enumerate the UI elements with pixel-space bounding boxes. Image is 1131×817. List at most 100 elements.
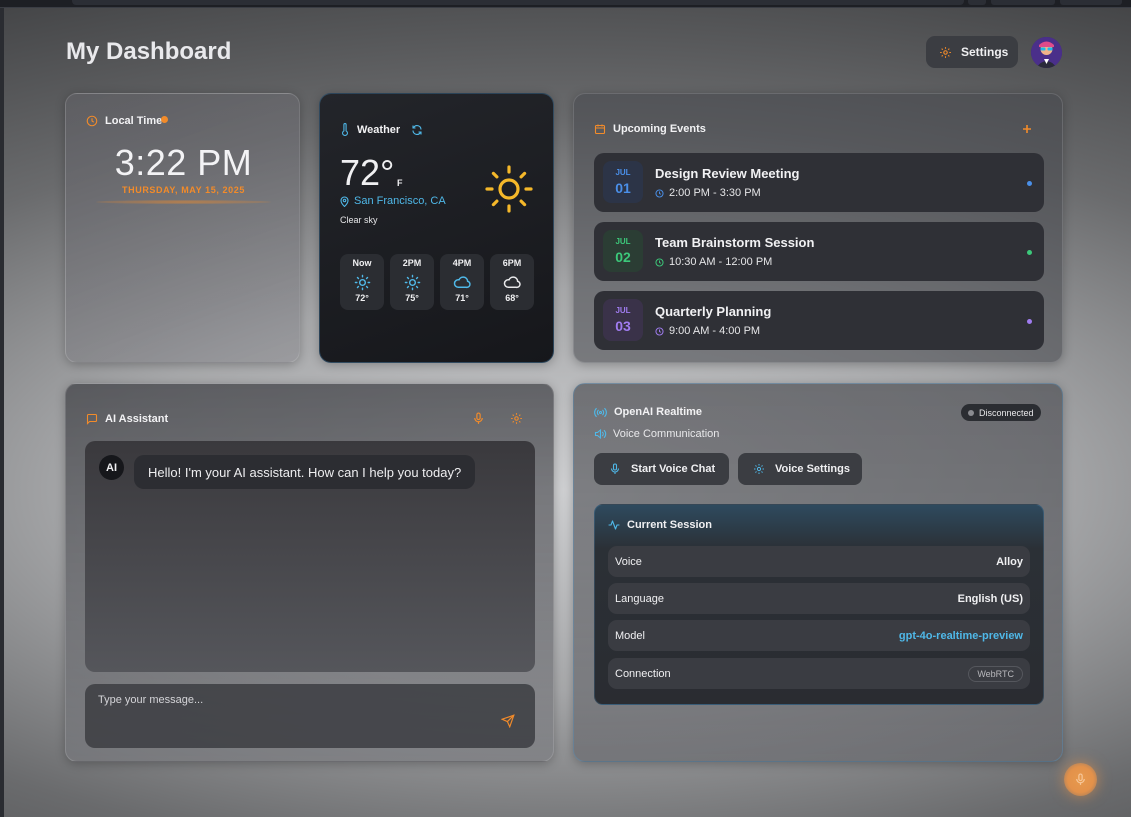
sun-icon — [354, 272, 371, 292]
session-row-key: Connection — [615, 667, 671, 680]
ai-toolbar — [472, 412, 523, 425]
event-time: 10:30 AM - 12:00 PM — [655, 256, 772, 268]
event-date-badge: JUL 01 — [603, 161, 643, 203]
session-row: Language English (US) — [608, 583, 1030, 614]
realtime-label: OpenAI Realtime — [614, 406, 703, 418]
location-pin-icon — [340, 195, 349, 207]
browser-button[interactable] — [991, 0, 1055, 5]
event-time: 2:00 PM - 3:30 PM — [655, 187, 761, 199]
event-color-dot — [1027, 250, 1032, 255]
start-voice-chat-button[interactable]: Start Voice Chat — [594, 453, 729, 485]
local-time-card: Local Time 3:22 PM THURSDAY, MAY 15, 202… — [65, 93, 300, 363]
status-text: Disconnected — [979, 407, 1034, 418]
location-text: San Francisco, CA — [354, 195, 446, 207]
status-badge: Disconnected — [961, 404, 1041, 421]
event-month: JUL — [615, 306, 631, 315]
event-color-dot — [1027, 319, 1032, 324]
forecast-item: Now 72° — [340, 254, 384, 310]
browser-top-bar — [0, 0, 1131, 8]
message-input[interactable] — [98, 694, 478, 706]
current-time: 3:22 PM — [114, 142, 253, 183]
current-session-panel: Current Session Voice Alloy Language Eng… — [594, 504, 1044, 705]
address-bar[interactable] — [72, 0, 964, 5]
session-row-key: Language — [615, 592, 664, 605]
settings-button-label: Settings — [961, 45, 1009, 59]
event-month: JUL — [615, 168, 631, 177]
weather-condition: Clear sky — [340, 215, 378, 225]
voice-communication-label: Voice Communication — [594, 428, 719, 440]
speaker-icon — [594, 428, 607, 440]
current-session-header: Current Session — [608, 519, 712, 531]
event-time-text: 9:00 AM - 4:00 PM — [669, 325, 761, 337]
sun-icon — [404, 272, 421, 292]
weather-location: San Francisco, CA — [340, 195, 446, 207]
ai-assistant-header: AI Assistant — [86, 413, 168, 425]
forecast-time: 2PM — [402, 258, 422, 268]
weather-card: Weather 72° F San Francisco, CA Clear sk… — [319, 93, 554, 363]
browser-button[interactable] — [968, 0, 986, 5]
events-label: Upcoming Events — [613, 123, 706, 135]
voice-settings-button[interactable]: Voice Settings — [738, 453, 862, 485]
event-day: 03 — [615, 318, 631, 334]
session-row: Voice Alloy — [608, 546, 1030, 577]
clock-icon — [655, 326, 664, 336]
events-header: Upcoming Events — [594, 123, 706, 135]
event-title: Design Review Meeting — [655, 166, 800, 181]
browser-button[interactable] — [1060, 0, 1122, 5]
session-row-key: Voice — [615, 555, 642, 568]
assistant-message: Hello! I'm your AI assistant. How can I … — [134, 455, 476, 489]
clock-icon — [655, 257, 664, 267]
event-item[interactable]: JUL 02 Team Brainstorm Session 10:30 AM … — [594, 222, 1044, 281]
floating-microphone-button[interactable] — [1064, 763, 1097, 796]
forecast-temp: 68° — [505, 293, 519, 303]
microphone-icon — [1074, 773, 1087, 786]
session-row-value: gpt-4o-realtime-preview — [898, 629, 1023, 642]
calendar-icon — [594, 123, 606, 135]
event-title: Quarterly Planning — [655, 304, 772, 319]
live-indicator — [161, 116, 169, 123]
weather-temperature: 72° — [340, 152, 395, 193]
page-title: My Dashboard — [66, 38, 232, 65]
send-icon[interactable] — [501, 714, 515, 728]
forecast-item: 4PM 71° — [440, 254, 484, 310]
gear-icon[interactable] — [510, 412, 523, 425]
event-item[interactable]: JUL 01 Design Review Meeting 2:00 PM - 3… — [594, 153, 1044, 212]
session-row-value: English (US) — [957, 592, 1023, 605]
ai-assistant-label: AI Assistant — [105, 413, 169, 425]
session-row: Model gpt-4o-realtime-preview — [608, 620, 1030, 651]
refresh-icon[interactable] — [411, 124, 423, 136]
microphone-icon[interactable] — [472, 412, 485, 425]
thermometer-icon — [340, 123, 350, 136]
voice-settings-label: Voice Settings — [775, 463, 850, 475]
event-date-badge: JUL 02 — [603, 230, 643, 272]
event-day: 02 — [615, 249, 631, 265]
connection-type-badge: WebRTC — [968, 665, 1023, 682]
avatar[interactable] — [1031, 37, 1062, 68]
chat-bubble-icon — [86, 413, 98, 425]
events-card: Upcoming Events JUL 01 Design Review Mee… — [573, 93, 1063, 363]
forecast-item: 2PM 75° — [390, 254, 434, 310]
current-date: THURSDAY, MAY 15, 2025 — [122, 185, 245, 195]
forecast-temp: 75° — [405, 293, 419, 303]
session-row-key: Model — [615, 629, 645, 642]
sun-icon — [484, 164, 534, 214]
event-date-badge: JUL 03 — [603, 299, 643, 341]
session-row-value: Alloy — [996, 555, 1023, 568]
status-dot — [968, 409, 974, 416]
weather-header: Weather — [340, 123, 423, 136]
local-time-label: Local Time — [105, 115, 163, 127]
message-composer — [85, 684, 535, 748]
settings-button[interactable]: Settings — [926, 36, 1018, 68]
event-item[interactable]: JUL 03 Quarterly Planning 9:00 AM - 4:00… — [594, 291, 1044, 350]
cloud-icon — [453, 272, 471, 292]
microphone-icon — [609, 463, 621, 475]
add-event-button[interactable] — [1020, 122, 1034, 136]
forecast-temp: 71° — [455, 293, 469, 303]
forecast-time: 4PM — [452, 258, 472, 268]
forecast-list: Now 72° 2PM 75° 4PM 71° 6PM 68° — [340, 254, 534, 310]
gear-icon — [939, 46, 952, 59]
chat-messages[interactable]: AI Hello! I'm your AI assistant. How can… — [85, 441, 535, 672]
time-glow-decoration — [96, 200, 271, 204]
clock-icon — [655, 188, 664, 198]
local-time-header: Local Time — [86, 115, 169, 127]
